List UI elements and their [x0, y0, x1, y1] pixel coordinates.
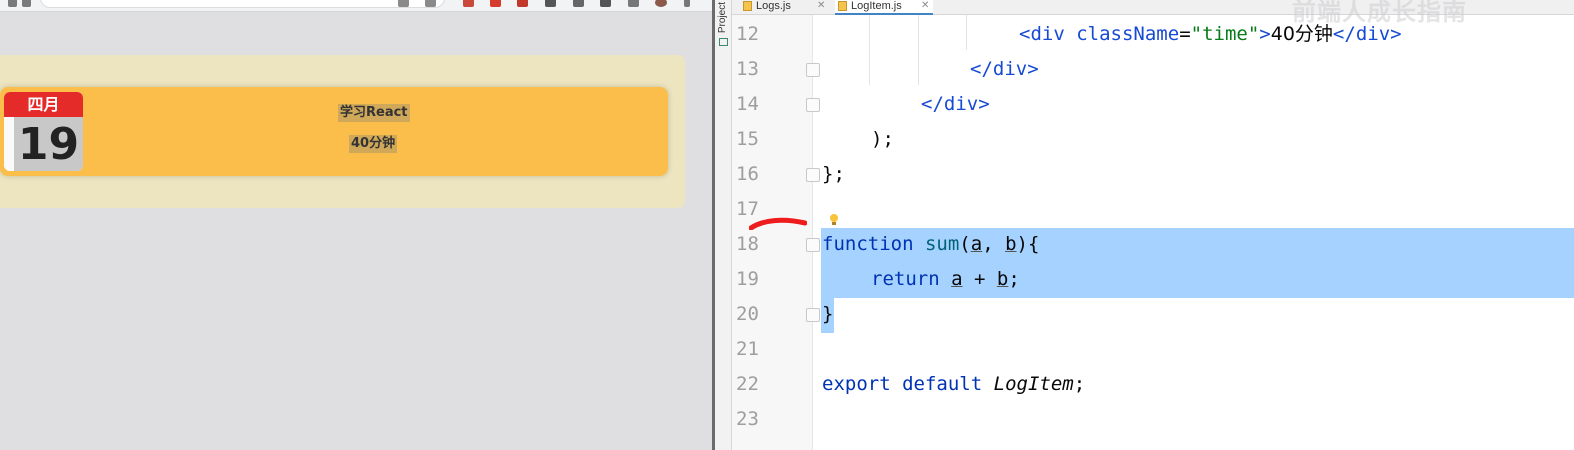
line-number: 23 — [736, 408, 759, 430]
line-number: 16 — [736, 163, 759, 185]
line-number: 14 — [736, 93, 759, 115]
code-line-15: ); — [871, 128, 894, 150]
line-number: 15 — [736, 128, 759, 150]
profile-avatar[interactable] — [655, 0, 667, 7]
line-number: 19 — [736, 268, 759, 290]
red-annotation-stroke — [749, 217, 807, 230]
line-number: 12 — [736, 23, 759, 45]
back-icon[interactable] — [8, 0, 17, 7]
download-icon[interactable] — [628, 0, 639, 7]
extensions-puzzle-icon[interactable] — [573, 0, 584, 7]
js-file-icon — [838, 1, 847, 11]
code-line-13: </div> — [970, 58, 1039, 80]
tab-label: Logs.js — [756, 0, 791, 12]
address-bar[interactable] — [40, 0, 445, 8]
code-line-14: </div> — [921, 93, 990, 115]
reload-icon[interactable] — [22, 0, 31, 7]
browser-toolbar — [0, 0, 712, 12]
project-folder-icon[interactable] — [719, 38, 728, 46]
tab-label: LogItem.js — [851, 0, 902, 12]
menu-icon[interactable] — [684, 0, 690, 7]
project-tool-label[interactable]: Project — [717, 2, 730, 33]
code-line-19: return a + b; — [871, 268, 1020, 290]
extension-icon[interactable] — [490, 0, 501, 7]
bookmark-icon[interactable] — [425, 0, 436, 7]
indent-guide — [869, 15, 870, 85]
code-line-20: } — [822, 303, 834, 325]
code-line-16: }; — [822, 163, 845, 185]
line-number: 22 — [736, 373, 759, 395]
extension-icon[interactable] — [545, 0, 556, 7]
sidebar-icon[interactable] — [600, 0, 611, 7]
line-number: 20 — [736, 303, 759, 325]
js-file-icon — [743, 1, 752, 11]
date-day: 19 — [14, 117, 83, 171]
date-card-edge — [4, 117, 14, 171]
line-number: 21 — [736, 338, 759, 360]
extension-icon[interactable] — [517, 0, 528, 7]
browser-window: 四月 19 学习React 40分钟 — [0, 0, 712, 450]
share-icon[interactable] — [398, 0, 409, 7]
close-icon[interactable]: ✕ — [921, 0, 929, 12]
code-line-12: <div className="time">40分钟</div> — [1019, 23, 1402, 45]
log-title: 学习React — [338, 104, 410, 122]
line-number: 18 — [736, 233, 759, 255]
project-tool-strip[interactable]: Project — [715, 0, 732, 450]
extension-icon[interactable] — [463, 0, 474, 7]
editor-tab-bar: Logs.js ✕ LogItem.js ✕ 前端人成长指南 — [732, 0, 1574, 26]
line-number: 13 — [736, 58, 759, 80]
ide-window: Project Logs.js ✕ LogItem.js ✕ 前端人成长指南 1… — [715, 0, 1574, 450]
code-line-22: export default LogItem; — [822, 373, 1086, 395]
tab-logs-js[interactable]: Logs.js ✕ — [740, 0, 825, 15]
indent-guide — [918, 15, 919, 85]
tab-logitem-js[interactable]: LogItem.js ✕ — [835, 0, 933, 15]
log-item — [0, 87, 668, 176]
date-month: 四月 — [4, 92, 83, 117]
date-card: 四月 19 — [4, 92, 83, 171]
indent-guide — [966, 15, 967, 50]
code-editor[interactable]: <div className="time">40分钟</div> </div> … — [814, 15, 1574, 450]
log-duration: 40分钟 — [349, 135, 398, 153]
code-line-18: function sum(a, b){ — [822, 233, 1040, 255]
line-number-gutter[interactable]: 12 13 14 15 16 17 18 19 20 21 22 23 — [732, 15, 820, 450]
close-icon[interactable]: ✕ — [817, 0, 825, 12]
